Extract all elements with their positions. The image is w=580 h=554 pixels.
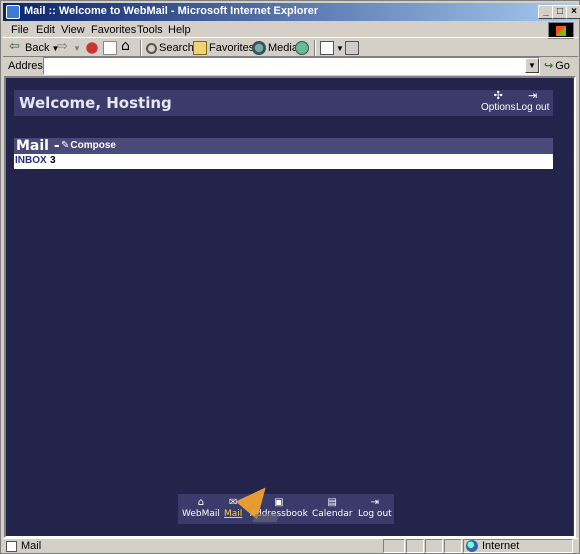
status-cell [444,539,462,553]
logout-link[interactable]: ⇥ Log out [516,89,550,114]
mail-section-header: Mail - ✎ Compose [14,138,553,154]
forward-arrow-icon [57,39,71,55]
go-button[interactable]: ↪ Go [544,59,570,72]
nav-logout-label: Log out [358,509,392,519]
back-label: Back [25,42,50,54]
menu-file[interactable]: File [11,24,29,36]
status-message: Mail [6,540,41,552]
menu-edit[interactable]: Edit [36,24,55,36]
logout-label: Log out [516,102,550,113]
options-link[interactable]: ✣ Options [481,89,516,114]
globe-icon [466,540,478,552]
welcome-header: Welcome, Hosting ✣ Options ⇥ Log out [14,90,553,116]
print-button[interactable] [345,40,359,56]
home-button[interactable] [121,38,135,56]
status-cell [406,539,424,553]
ie-icon [6,5,20,19]
window-title: Mail :: Welcome to WebMail - Microsoft I… [24,5,319,17]
print-icon [345,41,359,55]
pointer-shadow [252,514,280,522]
back-arrow-icon [9,39,23,55]
menu-view[interactable]: View [61,24,85,36]
home-icon [121,38,135,55]
status-bar: Mail Internet [3,538,578,553]
go-label: Go [555,59,570,72]
inbox-count: 3 [50,155,56,166]
back-button[interactable]: Back ▼ [9,39,59,56]
toolbar-separator [140,40,142,56]
toolbar-separator [314,40,316,56]
browser-window: Mail :: Welcome to WebMail - Microsoft I… [0,0,580,554]
mail-button[interactable]: ▼ [320,40,344,56]
refresh-icon [103,41,117,55]
status-text: Mail [21,540,42,552]
home-icon: ⌂ [197,497,205,508]
mail-icon [320,41,334,55]
menu-tools[interactable]: Tools [137,24,163,36]
media-button[interactable]: Media [252,40,298,56]
search-label: Search [159,42,194,54]
refresh-button[interactable] [103,40,117,56]
media-icon [252,41,266,55]
welcome-title: Welcome, Hosting [19,94,172,112]
compose-link[interactable]: ✎ Compose [61,140,116,151]
go-arrow-icon: ↪ [544,59,554,72]
address-dropdown-icon[interactable]: ▼ [525,58,539,73]
address-bar: Address ▼ ↪ Go [3,57,578,75]
inbox-link[interactable]: INBOX [15,155,47,166]
options-icon: ✣ [493,89,503,102]
favorites-label: Favorites [209,42,255,54]
stop-icon [85,41,99,55]
close-button[interactable]: × [566,5,580,19]
forward-dropdown-icon[interactable]: ▼ [73,44,81,53]
logout-icon: ⇥ [528,89,538,102]
nav-mail-label: Mail [224,509,243,519]
compose-icon: ✎ [61,140,70,151]
addressbook-icon: ▣ [274,497,284,508]
calendar-icon: ▤ [327,497,337,508]
history-button[interactable] [295,40,309,56]
security-zone: Internet [463,539,573,553]
address-input[interactable] [43,57,540,75]
nav-calendar[interactable]: ▤ Calendar [312,497,352,519]
nav-webmail[interactable]: ⌂ WebMail [182,497,220,519]
nav-calendar-label: Calendar [312,509,353,519]
folder-row: INBOX 3 [14,154,553,169]
nav-webmail-label: WebMail [182,509,220,519]
search-button[interactable]: Search [146,40,194,56]
menu-favorites[interactable]: Favorites [91,24,136,36]
bottom-nav: ⌂ WebMail ✉ Mail ▣ Addressbook ▤ Calenda… [178,494,394,524]
compose-label: Compose [70,140,116,151]
title-bar: Mail :: Welcome to WebMail - Microsoft I… [3,3,580,21]
page-icon [6,540,17,552]
media-label: Media [268,42,298,54]
zone-label: Internet [482,540,520,552]
nav-logout[interactable]: ⇥ Log out [358,497,392,519]
history-icon [295,41,309,55]
stop-button[interactable] [85,40,99,56]
page-content: Welcome, Hosting ✣ Options ⇥ Log out Mai… [4,76,576,538]
options-label: Options [481,102,516,113]
favorites-button[interactable]: Favorites [193,40,254,56]
status-cell [425,539,443,553]
favorites-icon [193,41,207,55]
status-cell [383,539,405,553]
forward-button[interactable]: ▼ [57,39,81,56]
scroll-edge [573,78,574,536]
logout-icon: ⇥ [370,497,380,508]
standard-toolbar: Back ▼ ▼ Search Favorites Media [3,37,578,57]
search-icon [146,42,157,54]
mail-title: Mail - [16,138,60,154]
mail-dropdown-icon[interactable]: ▼ [336,44,344,53]
menu-help[interactable]: Help [168,24,191,36]
